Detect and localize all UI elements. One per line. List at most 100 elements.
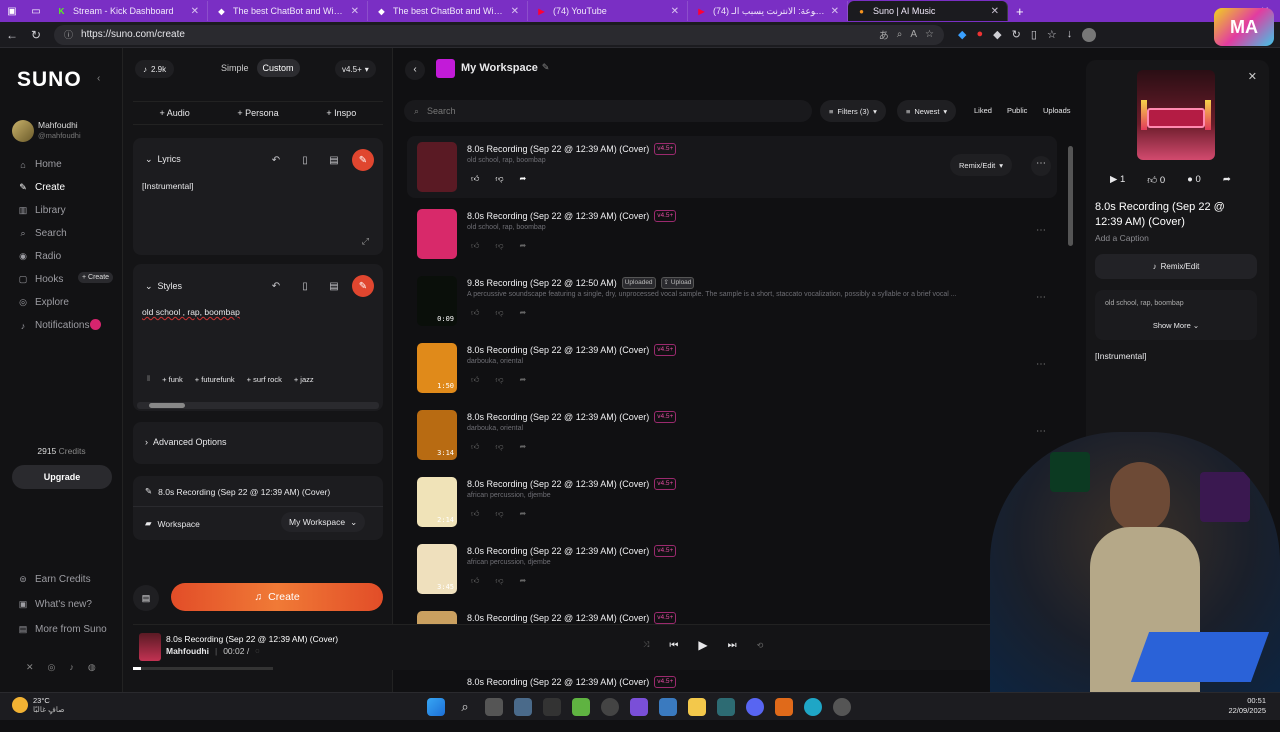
app-icon[interactable] [543,698,561,716]
browser-menu-icon[interactable]: ▣ [0,6,24,17]
share-icon[interactable]: ➦ [520,174,527,184]
like-count[interactable]: 👍︎ 0 [1147,174,1165,186]
thumbs-up-icon[interactable]: 👍︎ [471,241,479,251]
start-icon[interactable] [427,698,445,716]
close-tab-icon[interactable]: ✕ [511,6,519,17]
chevron-down-icon[interactable]: ⌄ [145,154,153,165]
discord-icon[interactable]: ◍ [88,662,96,673]
extension-icon[interactable]: ◆ [993,28,1001,42]
lyrics-textarea[interactable]: [Instrumental] [142,181,194,191]
share-icon[interactable]: ➦ [520,442,527,452]
thumbs-up-icon[interactable]: 👍︎ [471,174,479,184]
song-title[interactable]: 9.8s Recording (Sep 22 @ 12:50 AM) [467,278,617,288]
thumbs-down-icon[interactable]: 👎︎ [495,442,503,452]
more-options-icon[interactable]: ⋯ [1031,290,1051,310]
style-chip[interactable]: + surf rock [247,375,282,384]
clear-button[interactable]: ▤ [133,585,159,611]
sidebar-item-search[interactable]: ⌕ Search [0,222,123,245]
song-title-field[interactable]: 8.0s Recording (Sep 22 @ 12:39 AM) (Cove… [158,487,330,497]
share-icon[interactable]: ➦ [520,375,527,385]
zoom-icon[interactable]: ⌕ [897,29,903,40]
thumbs-up-icon[interactable]: 👍︎ [471,375,479,385]
song-title[interactable]: 8.0s Recording (Sep 22 @ 12:39 AM) (Cove… [467,546,649,556]
copy-icon[interactable]: ▯ [294,275,316,297]
play-icon[interactable]: ▶ [698,638,707,652]
instagram-icon[interactable]: ◎ [48,662,56,673]
more-options-icon[interactable]: ⋯ [1031,156,1051,176]
thumbs-up-icon[interactable]: 👍︎ [471,576,479,586]
expand-icon[interactable]: ⤢ [362,236,369,247]
style-chip[interactable]: + futurefunk [195,375,235,384]
collapse-sidebar-icon[interactable]: ‹ [97,73,100,84]
song-title[interactable]: 8.0s Recording (Sep 22 @ 12:39 AM) (Cove… [467,144,649,154]
thumbs-down-icon[interactable]: 👎︎ [495,509,503,519]
upgrade-button[interactable]: Upgrade [12,465,112,489]
song-thumbnail[interactable] [417,142,457,192]
mode-custom-tab[interactable]: Custom [256,59,300,77]
browser-tab[interactable]: ◆ The best ChatBot and Widgets fo ✕ [208,1,368,21]
song-row[interactable]: 3:14 8.0s Recording (Sep 22 @ 12:39 AM) (… [407,404,1057,466]
weather-widget[interactable]: 23°C صافٍ غالبًا [12,696,65,714]
song-row[interactable]: 3:45 8.0s Recording (Sep 22 @ 12:39 AM) (… [407,538,1057,600]
previous-icon[interactable]: ⏮︎ [669,640,678,651]
favorite-star-icon[interactable]: ☆ [925,29,934,40]
extension-icon[interactable]: ◆ [958,28,966,42]
next-icon[interactable]: ⏭︎ [728,640,737,651]
player-thumbnail[interactable] [139,633,161,661]
discord-icon[interactable] [746,698,764,716]
more-options-icon[interactable]: ⋯ [1031,424,1051,444]
more-options-icon[interactable]: ⋯ [1031,357,1051,377]
browser-tab[interactable]: ▶ (74) YouTube ✕ [528,1,688,21]
app-icon[interactable] [630,698,648,716]
close-tab-icon[interactable]: ✕ [831,6,839,17]
read-aloud-icon[interactable]: A [910,29,917,40]
browser-tab[interactable]: K Stream - Kick Dashboard ✕ [48,1,208,21]
profile-avatar[interactable] [1082,27,1097,42]
magic-wand-icon[interactable]: ✎ [352,149,374,171]
edge-icon[interactable] [804,698,822,716]
magic-wand-icon[interactable]: ✎ [352,275,374,297]
thumbs-down-icon[interactable]: 👎︎ [495,576,503,586]
close-tab-icon[interactable]: ✕ [351,6,359,17]
sidebar-footer-link[interactable]: ⊜ Earn Credits [0,567,123,592]
browser-tab[interactable]: ● Suno | AI Music ✕ [848,1,1008,21]
version-selector[interactable]: v4.5+ ▾ [335,60,376,78]
song-title[interactable]: 8.0s Recording (Sep 22 @ 12:39 AM) (Cove… [467,345,649,355]
thumbs-down-icon[interactable]: 👎︎ [495,375,503,385]
thumbs-up-icon[interactable]: 👍︎ [471,308,479,318]
close-tab-icon[interactable]: ✕ [671,6,679,17]
advanced-options-card[interactable]: › Advanced Options [133,422,383,464]
styles-textarea[interactable]: old school , rap, boombap [142,307,240,317]
app-icon[interactable] [572,698,590,716]
hooks-create-button[interactable]: + Create [78,272,114,283]
site-info-icon[interactable]: ⓘ [64,28,73,41]
clock-date[interactable]: 22/09/2025 [1228,706,1266,716]
obs-icon[interactable] [601,698,619,716]
thumbs-up-icon[interactable]: 👍︎ [471,509,479,519]
player-title[interactable]: 8.0s Recording (Sep 22 @ 12:39 AM) (Cove… [166,634,338,644]
song-thumbnail[interactable]: 3:45 [417,544,457,594]
downloads-icon[interactable]: ↓ [1067,28,1073,42]
remix-edit-button[interactable]: Remix/Edit ▾ [950,154,1013,176]
song-title[interactable]: 8.0s Recording (Sep 22 @ 12:39 AM) (Cove… [467,211,649,221]
suno-logo[interactable]: SUNO [17,68,82,92]
app-icon[interactable] [775,698,793,716]
tab-actions-icon[interactable]: ▭ [24,6,48,17]
close-icon[interactable]: ✕ [1248,70,1257,83]
song-title[interactable]: 8.0s Recording (Sep 22 @ 12:39 AM) (Cove… [467,479,649,489]
sidebar-footer-link[interactable]: ▣ What's new? [0,592,123,617]
sidebar-item-explore[interactable]: ◎ Explore [0,291,123,314]
back-arrow-icon[interactable]: ← [0,28,24,42]
shuffle-icon[interactable]: ⤨ [643,640,649,650]
extension-icon[interactable]: ● [976,28,983,42]
repeat-icon[interactable]: ⟲ [757,641,764,650]
scrollbar-thumb[interactable] [1068,146,1073,246]
play-count[interactable]: ▶ 1 [1110,174,1125,186]
browser-tab[interactable]: ◆ The best ChatBot and Widgets fo ✕ [368,1,528,21]
file-explorer-icon[interactable] [688,698,706,716]
workspace-dropdown[interactable]: My Workspace ⌄ [281,512,366,532]
style-chip[interactable]: + jazz [294,375,314,384]
more-options-icon[interactable]: ⋯ [1031,223,1051,243]
style-chip[interactable]: + funk [162,375,183,384]
tiktok-icon[interactable]: ♪ [69,662,74,673]
